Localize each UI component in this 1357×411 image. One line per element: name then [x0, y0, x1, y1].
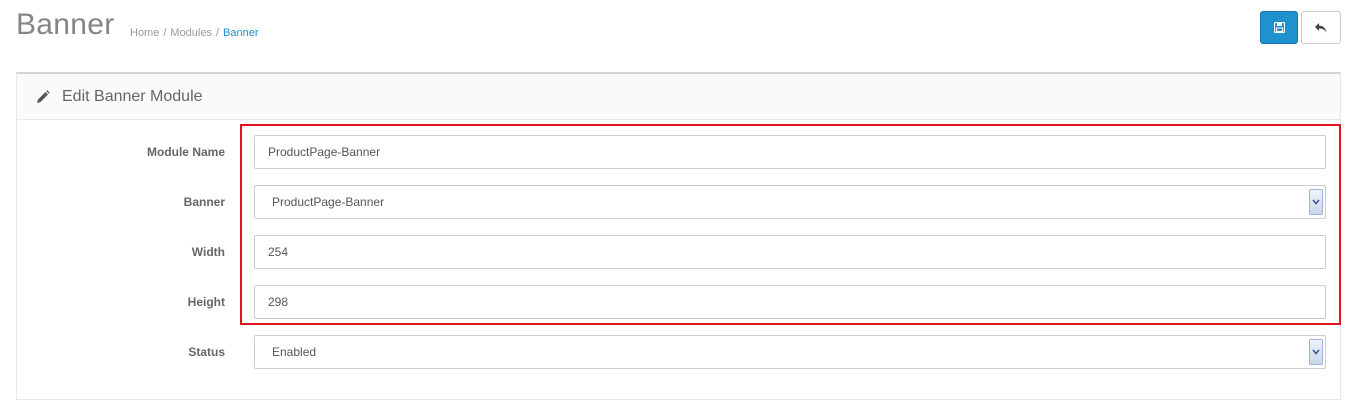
pencil-icon — [37, 89, 50, 103]
height-input[interactable]: 298 — [254, 285, 1326, 319]
breadcrumb-banner[interactable]: Banner — [223, 27, 258, 39]
module-name-value: ProductPage-Banner — [268, 145, 381, 159]
height-value: 298 — [268, 295, 289, 309]
reply-icon — [1315, 22, 1327, 33]
width-input[interactable]: 254 — [254, 235, 1326, 269]
width-label: Width — [191, 245, 225, 259]
back-button[interactable] — [1301, 11, 1341, 44]
breadcrumb-separator: / — [215, 27, 220, 39]
breadcrumb-home[interactable]: Home — [130, 27, 159, 39]
breadcrumb-modules[interactable]: Modules — [170, 27, 212, 39]
status-label: Status — [188, 345, 225, 359]
panel-heading: Edit Banner Module — [17, 74, 1340, 120]
status-selected-value: Enabled — [272, 345, 317, 359]
chevron-down-icon[interactable] — [1309, 339, 1323, 365]
panel-title: Edit Banner Module — [62, 87, 203, 105]
module-name-label: Module Name — [146, 145, 225, 159]
height-label: Height — [187, 295, 225, 309]
edit-panel: Edit Banner Module Module Name ProductPa… — [16, 72, 1341, 400]
chevron-down-icon[interactable] — [1309, 189, 1323, 215]
form-row-banner: Banner ProductPage-Banner — [17, 185, 1342, 219]
form-row-status: Status Enabled — [17, 335, 1342, 369]
save-button[interactable] — [1260, 11, 1298, 44]
width-value: 254 — [268, 245, 289, 259]
module-name-input[interactable]: ProductPage-Banner — [254, 135, 1326, 169]
page-title: Banner — [16, 8, 115, 41]
breadcrumb-separator: / — [163, 27, 167, 39]
save-icon — [1273, 22, 1285, 33]
page: Banner Home / Modules / Banner Edit Bann… — [0, 0, 1357, 411]
form-row-height: Height 298 — [17, 285, 1342, 319]
status-select[interactable]: Enabled — [254, 335, 1326, 369]
banner-selected-value: ProductPage-Banner — [272, 195, 385, 209]
banner-label: Banner — [183, 195, 225, 209]
form-row-module-name: Module Name ProductPage-Banner — [17, 135, 1342, 169]
breadcrumb: Home / Modules / Banner — [130, 27, 259, 39]
form-row-width: Width 254 — [17, 235, 1342, 269]
banner-select[interactable]: ProductPage-Banner — [254, 185, 1326, 219]
